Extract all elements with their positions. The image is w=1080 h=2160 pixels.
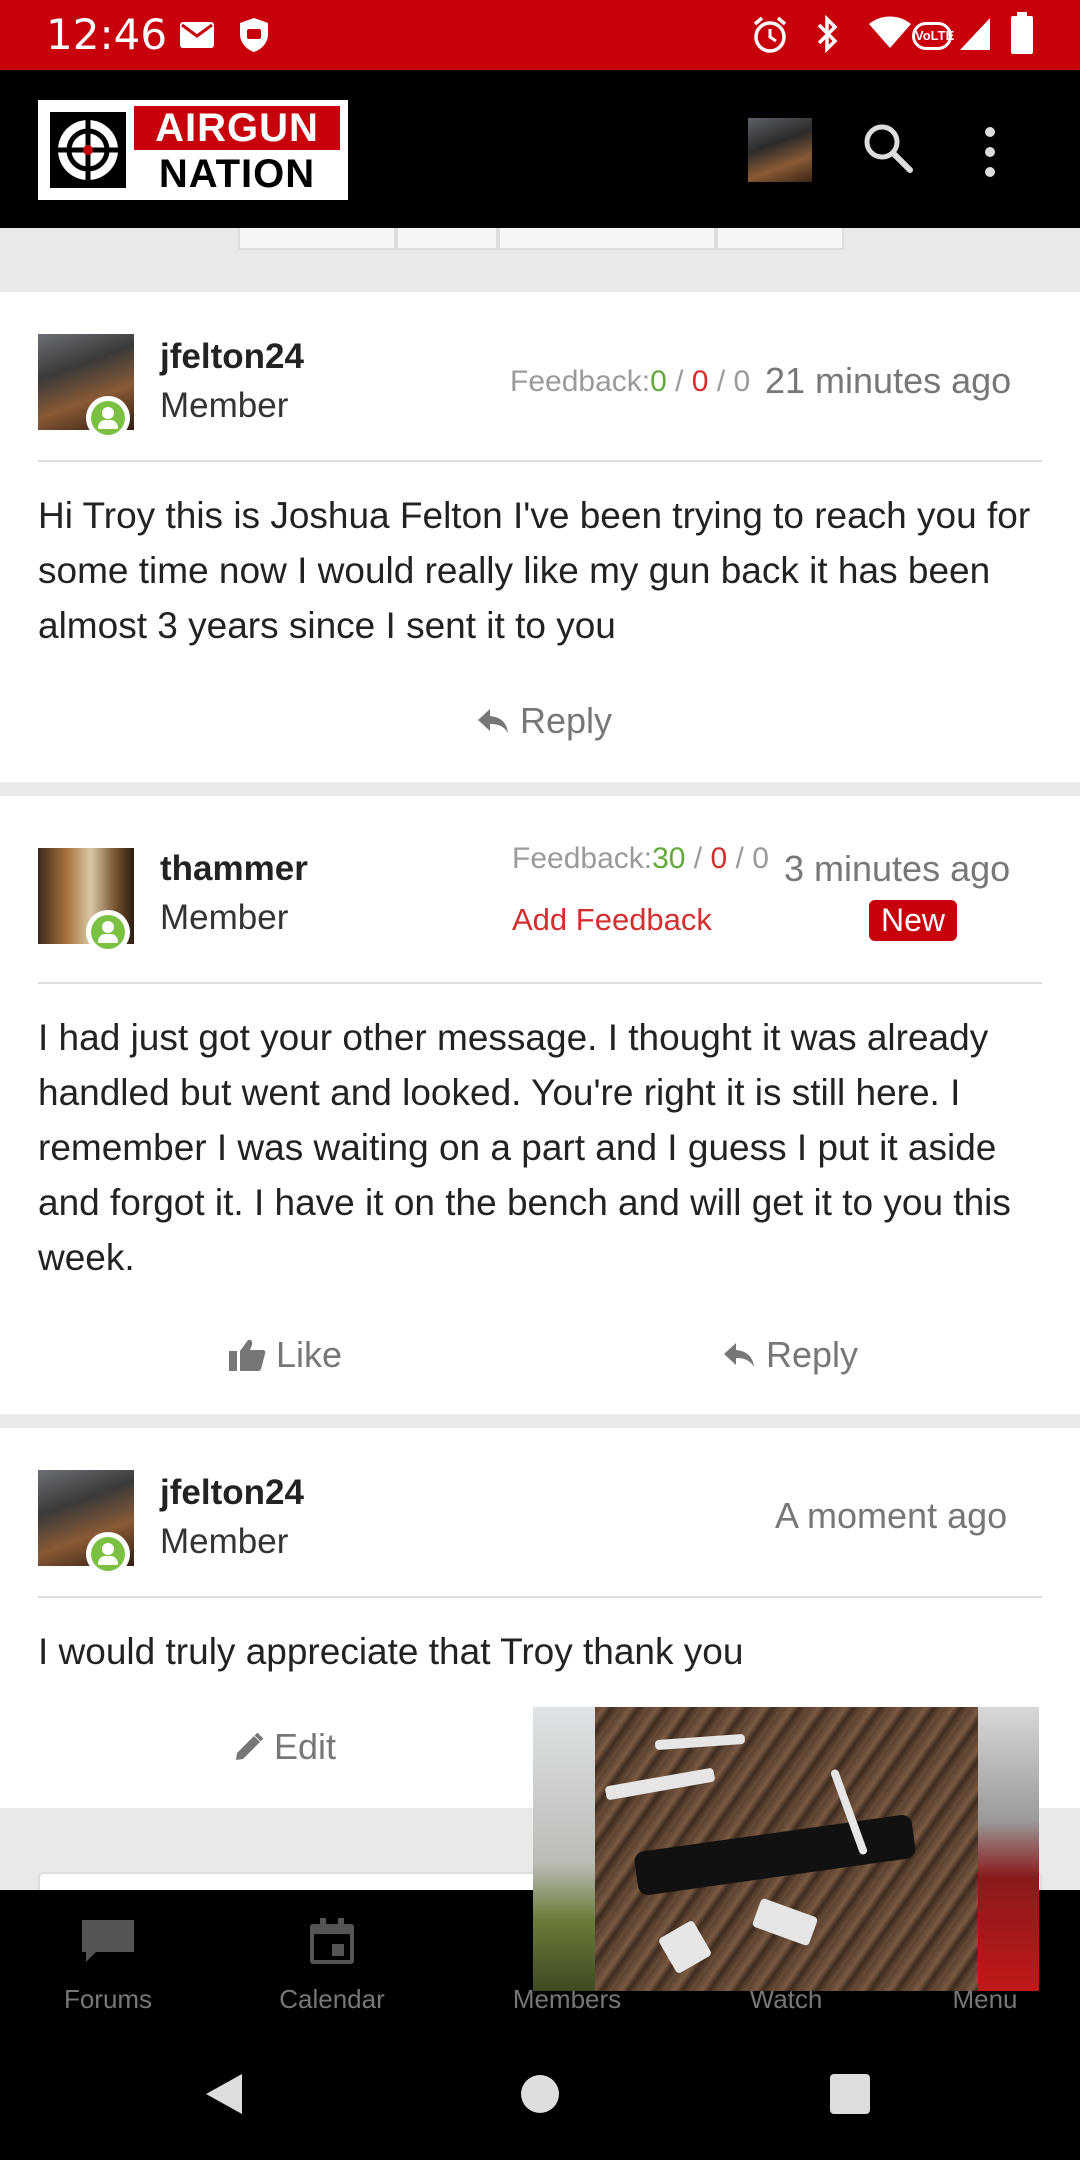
volte-icon: VoLTE xyxy=(912,22,954,50)
edit-label: Edit xyxy=(274,1726,337,1767)
user-role: Member xyxy=(160,1522,289,1561)
nav-item-calendar[interactable]: Calendar xyxy=(232,1890,432,2020)
username[interactable]: thammer xyxy=(160,849,308,889)
battery-icon xyxy=(1011,12,1033,54)
logo-text-bottom: NATION xyxy=(134,152,340,196)
user-avatar[interactable] xyxy=(748,118,812,182)
feedback-positive: 30 xyxy=(652,842,686,875)
reply-button[interactable]: Reply xyxy=(722,1334,858,1376)
feedback-label: Feedback: xyxy=(512,842,653,875)
feedback-label: Feedback: xyxy=(510,365,651,398)
back-icon[interactable] xyxy=(200,2070,248,2118)
feedback-negative: 0 xyxy=(691,365,709,398)
nav-label: Forums xyxy=(63,1984,153,2014)
user-role: Member xyxy=(160,386,289,425)
post-body: I had just got your other message. I tho… xyxy=(38,1017,1011,1278)
status-time: 12:46 xyxy=(46,10,168,59)
post: jfelton24 Member Feedback:0 / 0 / 0 21 m… xyxy=(0,292,1080,782)
pagination-stub xyxy=(238,228,396,250)
username[interactable]: jfelton24 xyxy=(160,337,304,377)
mail-icon xyxy=(180,22,214,48)
wifi-icon xyxy=(869,16,911,48)
post-body: Hi Troy this is Joshua Felton I've been … xyxy=(38,495,1031,646)
add-feedback-link[interactable]: Add Feedback xyxy=(512,902,712,938)
username[interactable]: jfelton24 xyxy=(160,1473,304,1513)
pagination-stub xyxy=(396,228,498,250)
part-image xyxy=(751,1897,819,1947)
app-bar: AIRGUN NATION xyxy=(0,70,1080,228)
pip-video-player[interactable] xyxy=(533,1707,1039,1991)
reply-label: Reply xyxy=(520,700,613,741)
search-icon[interactable] xyxy=(858,118,918,178)
like-label: Like xyxy=(276,1334,343,1375)
feedback-neutral: 0 xyxy=(752,842,769,875)
reply-icon xyxy=(724,1343,754,1367)
post-time: 21 minutes ago xyxy=(765,360,1012,401)
divider xyxy=(38,460,1042,462)
pencil-icon xyxy=(236,1732,264,1760)
online-status-icon xyxy=(86,396,130,440)
home-icon[interactable] xyxy=(518,2072,562,2116)
bluetooth-icon xyxy=(817,14,838,54)
alarm-icon xyxy=(753,16,787,53)
reply-label: Reply xyxy=(766,1334,859,1375)
crosshair-icon xyxy=(50,112,126,188)
nav-item-forums[interactable]: Forums xyxy=(8,1890,208,2020)
feedback-summary: Feedback:0 / 0 / 0 xyxy=(510,365,751,398)
feedback-summary: Feedback:30 / 0 / 0 xyxy=(512,842,769,875)
pagination-stub xyxy=(498,228,716,250)
reply-icon xyxy=(478,709,508,733)
post-time: A moment ago xyxy=(775,1495,1008,1536)
status-bar: 12:46 VoLTE xyxy=(0,0,1080,70)
like-button[interactable]: Like xyxy=(228,1334,342,1376)
logo-text-top: AIRGUN xyxy=(134,106,340,150)
pagination-stub xyxy=(716,228,844,250)
feedback-negative: 0 xyxy=(710,842,728,875)
part-image xyxy=(654,1733,746,1751)
calendar-icon xyxy=(310,1918,354,1964)
divider xyxy=(38,982,1042,984)
signal-icon xyxy=(960,18,990,50)
divider xyxy=(38,1596,1042,1598)
forums-icon xyxy=(82,1920,134,1962)
recents-icon[interactable] xyxy=(830,2074,870,2114)
part-image xyxy=(657,1919,713,1975)
system-nav xyxy=(0,2020,1080,2160)
online-status-icon xyxy=(86,1532,130,1576)
pip-video-frame xyxy=(595,1707,978,1991)
pip-side-frame xyxy=(533,1707,595,1991)
post-time: 3 minutes ago xyxy=(784,848,1011,889)
edit-button[interactable]: Edit xyxy=(234,1726,336,1768)
more-vert-icon[interactable] xyxy=(970,122,1010,182)
new-badge: New xyxy=(869,900,958,941)
feedback-neutral: 0 xyxy=(733,365,751,398)
user-role: Member xyxy=(160,898,289,937)
rifle-image xyxy=(633,1813,917,1897)
pip-side-frame xyxy=(978,1707,1039,1991)
post: thammer Member Feedback:30 / 0 / 0 3 min… xyxy=(0,796,1080,1414)
shield-icon xyxy=(240,18,268,52)
reply-button[interactable]: Reply xyxy=(476,700,612,742)
airgun-nation-logo[interactable]: AIRGUN NATION xyxy=(38,100,348,200)
post-body: I would truly appreciate that Troy thank… xyxy=(38,1631,744,1672)
online-status-icon xyxy=(86,910,130,954)
feedback-positive: 0 xyxy=(650,365,667,398)
part-image xyxy=(604,1767,716,1801)
nav-label: Calendar xyxy=(279,1984,385,2014)
thumbs-up-icon xyxy=(229,1339,266,1371)
